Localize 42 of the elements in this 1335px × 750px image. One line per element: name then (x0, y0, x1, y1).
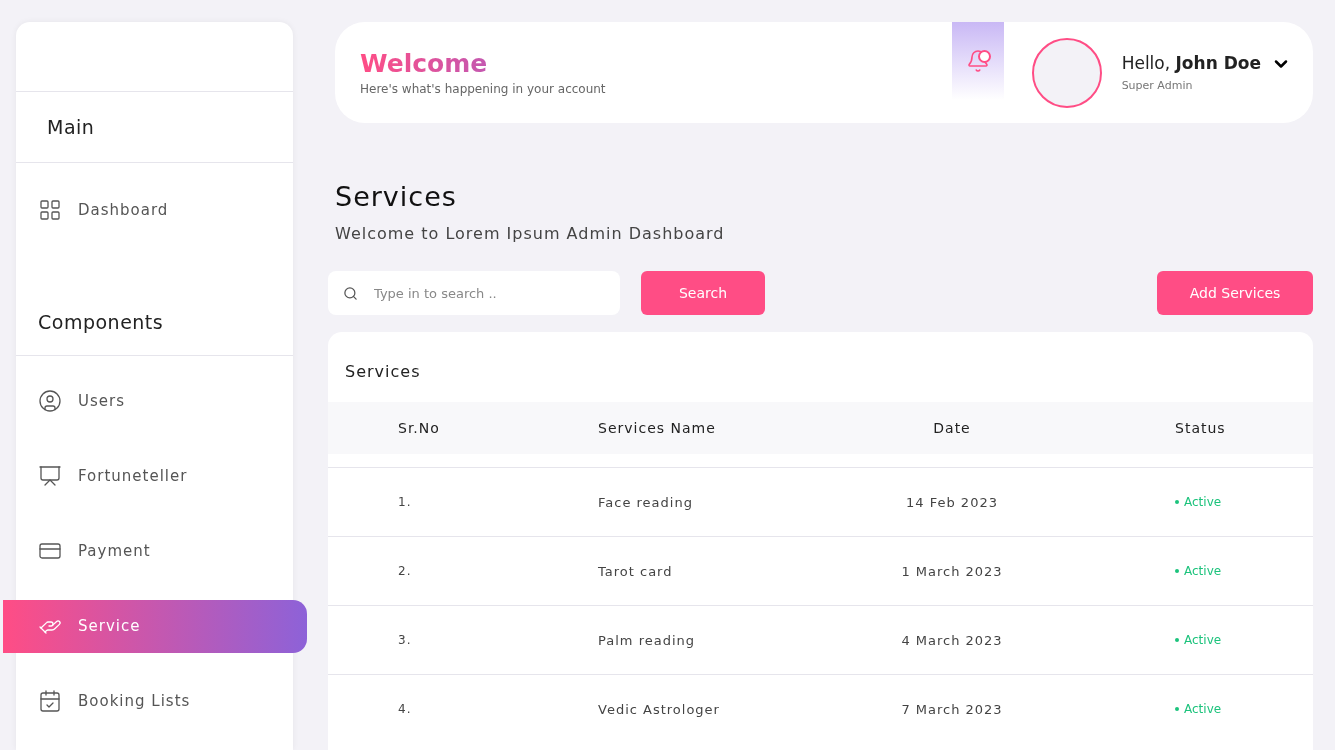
table-cell-text: 2. (397, 564, 413, 578)
nav-item[interactable]: Service (3, 599, 307, 653)
nav-item[interactable]: Booking Lists (16, 674, 293, 728)
column-header: Date (932, 420, 972, 436)
nav-item[interactable]: Users (16, 374, 293, 428)
status-text: Active (1184, 633, 1222, 647)
table-cell-text: Vedic Astrologer (598, 701, 721, 717)
table-cell-text: 1 March 2023 (900, 563, 1004, 579)
search-field[interactable]: Type in to search .. (328, 271, 620, 315)
table-cell-text: 1. (397, 495, 413, 509)
search-icon (343, 285, 358, 301)
nav-item[interactable]: Payment (16, 524, 293, 578)
column-header: Services Name (598, 420, 717, 436)
page-title: Services (335, 181, 458, 212)
table-cell-text: Face reading (598, 494, 694, 510)
table-cell-text: 14 Feb 2023 (905, 494, 999, 510)
status-text: Active (1184, 702, 1222, 716)
column-header: Status (1174, 420, 1227, 436)
table-title: Services (344, 361, 422, 383)
status-text: Active (1184, 495, 1222, 509)
search-input[interactable]: Type in to search .. (372, 284, 620, 302)
table-cell-text: Palm reading (598, 632, 696, 648)
section-title: Components (37, 309, 165, 335)
section-title: Main (16, 92, 293, 164)
user-role: Super Admin (1121, 79, 1194, 92)
nav-item[interactable]: Fortuneteller (16, 449, 293, 503)
grid-icon (38, 198, 62, 223)
page-subtitle: Welcome to Lorem Ipsum Admin Dashboard (335, 224, 726, 243)
status-text: Active (1184, 564, 1222, 578)
calendar-icon (38, 689, 62, 714)
table-cell-text: 4. (397, 702, 413, 716)
user-greeting: Hello, John Doe (1121, 53, 1261, 73)
table-cell-text: Tarot card (598, 563, 674, 579)
table-cell-text: 3. (397, 633, 413, 647)
notification-button[interactable] (951, 22, 1004, 100)
bell-icon (965, 49, 990, 73)
column-header: Sr.No (397, 420, 441, 436)
table-cell-text: 4 March 2023 (900, 632, 1004, 648)
table-cell-text: 7 March 2023 (900, 701, 1004, 717)
welcome-subtitle: Here's what's happening in your account (360, 82, 606, 96)
nav-item[interactable]: Dashboard (16, 183, 293, 237)
user-icon (38, 389, 62, 414)
